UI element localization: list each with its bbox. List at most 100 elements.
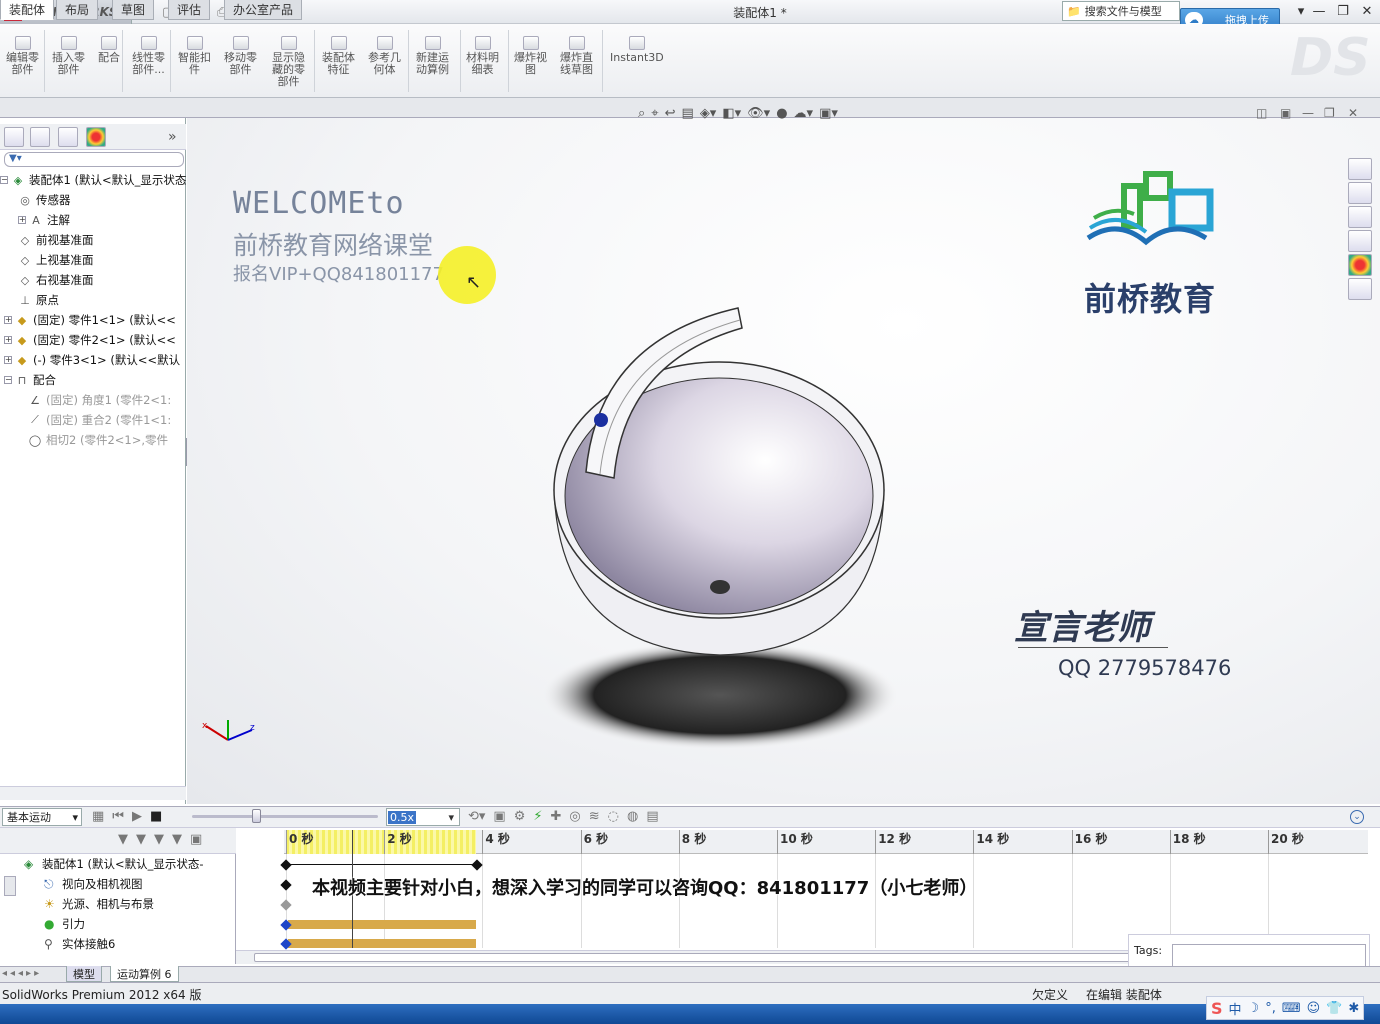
moon-icon[interactable]: ☽ — [1248, 1001, 1260, 1016]
tree-item[interactable]: + ◆ (固定) 零件2<1> (默认<< — [0, 330, 186, 350]
new-motion-study-button[interactable]: 新建运 动算例 — [416, 36, 449, 76]
stop-icon[interactable]: ■ — [150, 809, 162, 824]
motion-tree-item[interactable]: ◈ 装配体1 (默认<默认_显示状态- — [4, 854, 204, 874]
keyboard-icon[interactable]: ⌨ — [1282, 1001, 1301, 1016]
tab-office-products[interactable]: 办公室产品 — [224, 0, 303, 20]
tab-motion-study[interactable]: 运动算例 6 — [110, 966, 179, 982]
appearance-tab-icon[interactable] — [86, 127, 106, 147]
exploded-view-button[interactable]: 爆炸视 图 — [514, 36, 547, 76]
viewport-restore-icon[interactable]: ❐ — [1324, 106, 1335, 120]
animation-wizard-icon[interactable]: ⚙ — [514, 809, 526, 824]
filter-driving-icon[interactable]: ▼ — [136, 832, 146, 847]
mate-button[interactable]: 配合 — [98, 36, 120, 64]
expand-toggle-icon[interactable]: + — [18, 216, 26, 224]
tree-item[interactable]: + A 注解 — [0, 210, 186, 230]
tree-item[interactable]: ◇ 上视基准面 — [0, 250, 186, 270]
tree-vertical-scrollbar[interactable] — [4, 876, 16, 896]
viewport-close-icon[interactable]: ✕ — [1348, 106, 1358, 120]
apply-scene-icon[interactable]: ☁▾ — [794, 106, 814, 121]
tab-assembly[interactable]: 装配体 — [0, 0, 55, 20]
save-animation-icon[interactable]: ▣ — [493, 809, 505, 824]
help-dropdown-icon[interactable]: ▾ — [1292, 2, 1310, 20]
tree-horizontal-scrollbar[interactable] — [0, 786, 186, 800]
property-manager-tab-icon[interactable] — [30, 127, 50, 147]
autokey-icon[interactable]: ⚡ — [533, 809, 542, 824]
motor-icon[interactable]: ◎ — [569, 809, 580, 824]
bill-of-materials-button[interactable]: 材料明 细表 — [466, 36, 499, 76]
motion-tree-item[interactable]: ⚲ 实体接触6 — [4, 934, 115, 954]
tab-scroll-icons[interactable]: ◂◂◂▸▸ — [2, 968, 42, 979]
view-orientation-icon[interactable]: ◈▾ — [700, 106, 717, 121]
resources-icon[interactable] — [1348, 158, 1372, 180]
edit-appearance-icon[interactable]: ● — [776, 106, 787, 121]
gravity-timeline-bar[interactable] — [288, 920, 476, 929]
tab-evaluate[interactable]: 评估 — [168, 0, 211, 20]
restore-icon[interactable]: ❐ — [1334, 2, 1352, 20]
collapse-panel-icon[interactable]: ⌄ — [1350, 810, 1364, 824]
motion-tree-item[interactable]: ☀ 光源、相机与布景 — [4, 894, 154, 914]
move-component-button[interactable]: 移动零 部件 — [224, 36, 257, 76]
bowl-model[interactable] — [540, 300, 900, 750]
expand-toggle-icon[interactable]: + — [4, 336, 12, 344]
sogou-icon[interactable]: S — [1211, 999, 1223, 1018]
tree-item[interactable]: − ⊓ 配合 — [0, 370, 186, 390]
expand-toggle-icon[interactable]: + — [4, 356, 12, 364]
show-hidden-components-button[interactable]: 显示隐 藏的零 部件 — [272, 36, 305, 88]
zoom-fit-icon[interactable]: ⌕ — [638, 106, 645, 121]
motion-tree-item[interactable]: ● 引力 — [4, 914, 85, 934]
section-view-icon[interactable]: ▤ — [682, 106, 694, 121]
tab-sketch[interactable]: 草图 — [112, 0, 155, 20]
tree-item[interactable]: + ◆ (固定) 零件1<1> (默认<< — [0, 310, 186, 330]
spring-icon[interactable]: ≋ — [589, 809, 600, 824]
expand-chevron-icon[interactable]: » — [168, 129, 177, 145]
tab-model[interactable]: 模型 — [66, 966, 102, 982]
close-icon[interactable]: ✕ — [1358, 2, 1376, 20]
filter-selected-icon[interactable]: ▼ — [154, 832, 164, 847]
config-manager-tab-icon[interactable] — [58, 127, 78, 147]
file-explorer-icon[interactable] — [1348, 206, 1372, 228]
playback-mode-icon[interactable]: ⟲▾ — [468, 809, 485, 824]
tree-filter[interactable]: ▼▾ — [4, 152, 184, 167]
tree-item[interactable]: ◎ 传感器 — [0, 190, 186, 210]
expand-toggle-icon[interactable]: − — [0, 176, 8, 184]
filter-animated-icon[interactable]: ▼ — [118, 832, 128, 847]
playback-slider-thumb[interactable] — [252, 809, 261, 823]
custom-properties-icon[interactable] — [1348, 278, 1372, 300]
edit-component-button[interactable]: 编辑零 部件 — [6, 36, 39, 76]
tree-item[interactable]: + ◆ (-) 零件3<1> (默认<<默认 — [0, 350, 186, 370]
viewport-tile-icon[interactable]: ▣ — [1280, 106, 1291, 120]
assembly-features-button[interactable]: 装配体 特征 — [322, 36, 355, 76]
feature-manager-tab-icon[interactable] — [4, 127, 24, 147]
filter-results-icon[interactable]: ▼ — [172, 832, 182, 847]
tree-item[interactable]: ◇ 前视基准面 — [0, 230, 186, 250]
reference-geometry-button[interactable]: 参考几 何体 — [368, 36, 401, 76]
expand-toggle-icon[interactable]: + — [4, 316, 12, 324]
contact-timeline-bar[interactable] — [288, 939, 476, 948]
display-style-icon[interactable]: ◧▾ — [722, 106, 741, 121]
design-library-icon[interactable] — [1348, 182, 1372, 204]
search-files-models[interactable]: 📁 搜索文件与模型 — [1062, 1, 1180, 21]
insert-component-button[interactable]: 插入零 部件 — [52, 36, 85, 76]
add-key-icon[interactable]: ✚ — [551, 809, 562, 824]
calculate-icon[interactable]: ▦ — [92, 809, 104, 824]
tree-item[interactable]: ◇ 右视基准面 — [0, 270, 186, 290]
ime-mode[interactable]: 中 — [1229, 999, 1242, 1018]
motion-tree-item[interactable]: ⎋ 视向及相机视图 — [4, 874, 143, 894]
tree-item[interactable]: ∠ (固定) 角度1 (零件2<1: — [0, 390, 186, 410]
autofit-icon[interactable]: ▣ — [190, 832, 202, 847]
tree-item[interactable]: ◯ 相切2 (零件2<1>,零件 — [0, 430, 186, 450]
tools-icon[interactable]: ✱ — [1348, 1001, 1359, 1016]
view-settings-icon[interactable]: ▣▾ — [819, 106, 838, 121]
playback-speed-select[interactable]: 0.5x ▾ — [386, 808, 460, 826]
linear-pattern-button[interactable]: 线性零 部件... — [132, 36, 165, 76]
tree-item[interactable]: ⊥ 原点 — [0, 290, 186, 310]
instant3d-button[interactable]: Instant3D — [610, 36, 664, 64]
explode-line-sketch-button[interactable]: 爆炸直 线草图 — [560, 36, 593, 76]
tab-layout[interactable]: 布局 — [56, 0, 99, 20]
previous-view-icon[interactable]: ↩ — [665, 106, 676, 121]
smart-fasteners-button[interactable]: 智能扣 件 — [178, 36, 211, 76]
zoom-area-icon[interactable]: ⌖ — [651, 106, 658, 121]
tree-item[interactable]: − ◈ 装配体1 (默认<默认_显示状态 — [0, 170, 186, 190]
minimize-icon[interactable]: — — [1310, 2, 1328, 20]
viewport-minimize-icon[interactable]: — — [1302, 106, 1314, 120]
